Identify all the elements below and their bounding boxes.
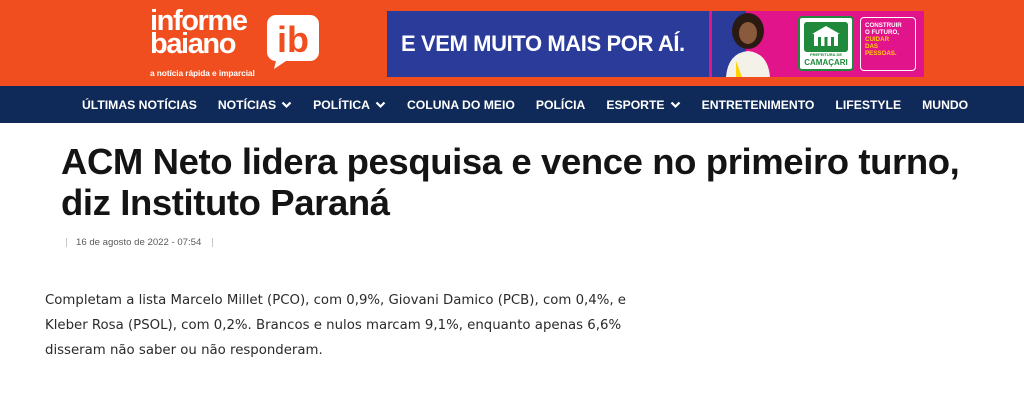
- ad-slogan-line-1: CONSTRUIR: [865, 22, 902, 29]
- nav-item-mundo[interactable]: MUNDO: [922, 98, 968, 112]
- site-header: informe baiano ib a notícia rápida e imp…: [0, 0, 1024, 86]
- nav-item-label: NOTÍCIAS: [217, 97, 277, 112]
- meta-divider: [212, 237, 214, 247]
- logo-line-2: baiano: [150, 28, 236, 60]
- nav-item-lifestyle[interactable]: LIFESTYLE: [835, 98, 901, 112]
- nav-item-label: MUNDO: [922, 97, 969, 112]
- nav-items: ÚLTIMAS NOTÍCIAS NOTÍCIAS POLÍTICA COLUNA D…: [82, 86, 989, 123]
- nav-item-coluna-do-meio[interactable]: COLUNA DO MEIO: [407, 98, 515, 112]
- article-date: 16 de agosto de 2022 - 07:54: [76, 236, 202, 248]
- nav-item-not-cias[interactable]: NOTÍCIAS: [218, 98, 292, 112]
- article-body-line-2: Kleber Rosa (PSOL), com 0,2%. Brancos e …: [45, 318, 622, 333]
- nav-item-pol-cia[interactable]: POLÍCIA: [536, 98, 585, 112]
- nav-item-label: COLUNA DO MEIO: [406, 97, 515, 112]
- nav-item-label: LIFESTYLE: [835, 97, 902, 112]
- nav-item-label: ESPORTE: [606, 97, 665, 112]
- article-title: ACM Neto lidera pesquisa e vence no prim…: [61, 141, 991, 223]
- city-hall-icon: [804, 22, 848, 52]
- chevron-down-icon: [375, 101, 386, 108]
- article-body-line-1: Completam a lista Marcelo Millet (PCO), …: [45, 293, 626, 308]
- seal-city-label: CAMAÇARI: [804, 58, 848, 67]
- article-body: Completam a lista Marcelo Millet (PCO), …: [45, 288, 685, 363]
- chevron-down-icon: [281, 101, 292, 108]
- ad-slogan-line-3: CUIDAR: [865, 36, 890, 43]
- nav-item-entretenimento[interactable]: ENTRETENIMENTO: [702, 98, 815, 112]
- article-body-line-3: disseram não saber ou não responderam.: [45, 343, 323, 358]
- seal-prefeitura-label: PREFEITURA DE: [809, 52, 843, 57]
- logo-ib-badge-icon: ib: [267, 15, 319, 69]
- ad-slogan-line-2: O FUTURO,: [865, 29, 900, 36]
- ad-slogan-box: CONSTRUIR O FUTURO, CUIDAR DAS PESSOAS.: [860, 17, 916, 71]
- nav-item-pol-tica[interactable]: POLÍTICA: [313, 98, 386, 112]
- ad-person-image: [712, 11, 786, 77]
- article-title-line-2: diz Instituto Paraná: [61, 182, 390, 223]
- ad-banner[interactable]: E VEM MUITO MAIS POR AÍ. PREFEITURA DE C…: [387, 11, 924, 77]
- logo-ib-text: ib: [277, 19, 309, 60]
- nav-item-label: POLÍTICA: [313, 97, 370, 112]
- nav-item-esporte[interactable]: ESPORTE: [606, 98, 680, 112]
- meta-divider: [66, 237, 67, 247]
- main-nav: ÚLTIMAS NOTÍCIAS NOTÍCIAS POLÍTICA COLUNA D…: [0, 86, 1024, 123]
- article-title-line-1: ACM Neto lidera pesquisa e vence no prim…: [61, 141, 960, 182]
- camacari-seal: PREFEITURA DE CAMAÇARI: [798, 16, 854, 71]
- ad-slogan-line-4: DAS PESSOAS.: [865, 43, 897, 57]
- nav-item-label: POLÍCIA: [535, 97, 586, 112]
- chevron-down-icon: [670, 101, 680, 108]
- site-logo[interactable]: informe baiano ib a notícia rápida e imp…: [150, 7, 325, 80]
- logo-wordmark: informe baiano: [150, 7, 248, 60]
- ad-headline: E VEM MUITO MAIS POR AÍ.: [401, 31, 685, 56]
- logo-tagline: a notícia rápida e imparcial: [150, 68, 255, 78]
- nav-item--ltimas-not-cias[interactable]: ÚLTIMAS NOTÍCIAS: [82, 98, 197, 112]
- nav-item-label: ENTRETENIMENTO: [701, 97, 815, 112]
- article-meta: 16 de agosto de 2022 - 07:54: [66, 235, 214, 249]
- nav-item-label: ÚLTIMAS NOTÍCIAS: [82, 97, 197, 112]
